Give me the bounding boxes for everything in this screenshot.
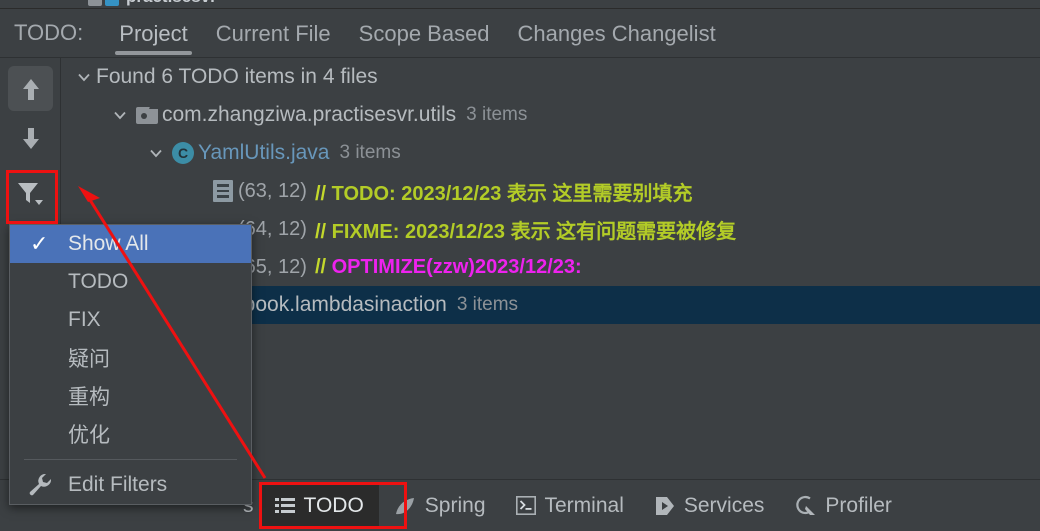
tab-changes-changelist[interactable]: Changes Changelist	[504, 9, 730, 58]
bottom-tab-terminal[interactable]: Terminal	[501, 483, 639, 529]
package-count: 3 items	[466, 104, 528, 125]
tab-project[interactable]: Project	[105, 9, 201, 58]
check-icon: ✓	[30, 231, 49, 256]
chevron-down-icon[interactable]	[108, 96, 132, 134]
filter-dropdown-menu: ✓ Show All TODO FIX 疑问 重构 优化 Edit Filter…	[9, 224, 252, 505]
clipped-project-label: practisesvr	[126, 0, 217, 7]
todo-comment-text: FIXME: 2023/12/23 表示 这有问题需要被修复	[326, 220, 737, 243]
menu-item-yiwen[interactable]: 疑问	[10, 339, 251, 377]
bottom-tab-spring[interactable]: Spring	[379, 483, 501, 529]
menu-item-edit-filters[interactable]: Edit Filters	[10, 466, 251, 504]
todo-comment-slashes: //	[314, 182, 327, 205]
project-source-icon	[105, 0, 119, 6]
file-label: YamlUtils.java	[198, 141, 330, 164]
menu-item-edit-filters-label: Edit Filters	[68, 473, 168, 496]
menu-item-fix[interactable]: FIX	[10, 301, 251, 339]
chevron-down-icon[interactable]	[72, 58, 96, 96]
tab-current-file-label: Current File	[215, 20, 331, 46]
previous-occurrence-button[interactable]	[8, 66, 53, 111]
tree-row-file[interactable]: C YamlUtils.java 3 items	[62, 134, 1040, 172]
bottom-tab-terminal-label: Terminal	[544, 493, 624, 517]
project-module-icon	[88, 0, 102, 6]
tree-row-summary[interactable]: Found 6 TODO items in 4 files	[62, 58, 1040, 96]
tab-scope-based-label: Scope Based	[358, 20, 490, 46]
filter-button[interactable]	[8, 170, 53, 215]
chevron-down-icon[interactable]	[144, 134, 168, 172]
bottom-tab-services[interactable]: Services	[639, 483, 780, 529]
package-folder-icon	[132, 96, 162, 134]
arrow-up-icon	[19, 76, 43, 102]
selected-package-label: ebook.lambdasinaction	[232, 293, 447, 316]
todo-item-icon	[208, 172, 238, 210]
todo-comment-text: OPTIMIZE(zzw)2023/12/23:	[326, 255, 582, 278]
bottom-tab-services-label: Services	[683, 493, 765, 517]
bottom-tab-profiler[interactable]: Profiler	[779, 483, 907, 529]
tab-project-label: Project	[119, 20, 188, 46]
next-occurrence-button[interactable]	[8, 115, 53, 160]
menu-item-zhonggou-label: 重构	[68, 386, 110, 409]
menu-item-show-all[interactable]: ✓ Show All	[10, 225, 251, 263]
bottom-tab-profiler-label: Profiler	[825, 493, 892, 517]
file-count: 3 items	[339, 142, 401, 163]
tab-scope-based[interactable]: Scope Based	[345, 9, 504, 58]
todo-label: TODO:	[14, 20, 84, 45]
todo-item-location: (63, 12)	[238, 179, 307, 202]
bottom-tab-todo-label: TODO	[303, 493, 364, 517]
todo-comment-slashes: //	[314, 220, 327, 243]
spring-leaf-icon	[394, 496, 416, 516]
todo-item-row[interactable]: (63, 12) // TODO: 2023/12/23 表示 这里需要别填充	[62, 172, 1040, 210]
todo-scope-tabbar: TODO: Project Current File Scope Based C…	[0, 9, 1040, 58]
tab-current-file[interactable]: Current File	[202, 9, 345, 58]
arrow-down-icon	[19, 125, 43, 151]
list-icon	[274, 497, 295, 515]
menu-item-fix-label: FIX	[68, 308, 101, 331]
todo-tool-window: practisesvr TODO: Project Current File S…	[0, 0, 1040, 531]
package-label: com.zhangziwa.practisesvr.utils	[162, 103, 457, 126]
todo-comment-slashes: //	[314, 255, 327, 278]
profiler-icon	[794, 495, 816, 516]
play-services-icon	[654, 496, 675, 516]
menu-item-todo[interactable]: TODO	[10, 263, 251, 301]
terminal-icon	[515, 496, 536, 515]
menu-item-youhua[interactable]: 优化	[10, 415, 251, 453]
menu-item-yiwen-label: 疑问	[68, 348, 110, 371]
summary-label: Found 6 TODO items in 4 files	[96, 65, 378, 88]
tree-row-package[interactable]: com.zhangziwa.practisesvr.utils 3 items	[62, 96, 1040, 134]
bottom-tab-todo[interactable]: TODO	[259, 482, 379, 529]
todo-comment-text: TODO: 2023/12/23 表示 这里需要别填充	[326, 182, 693, 205]
menu-item-show-all-label: Show All	[68, 232, 149, 255]
java-class-icon: C	[168, 134, 198, 172]
menu-separator	[24, 459, 237, 460]
bottom-tab-spring-label: Spring	[424, 493, 486, 517]
menu-item-youhua-label: 优化	[68, 424, 110, 447]
tab-changes-changelist-label: Changes Changelist	[517, 20, 716, 46]
filter-funnel-icon	[16, 179, 46, 207]
menu-item-todo-label: TODO	[68, 270, 129, 293]
wrench-icon	[26, 466, 54, 504]
menu-item-zhonggou[interactable]: 重构	[10, 377, 251, 415]
selected-package-count: 3 items	[456, 294, 519, 315]
